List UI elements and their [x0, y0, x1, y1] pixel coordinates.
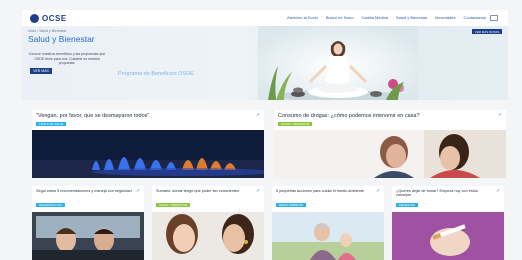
hero-subtitle: Programa de Beneficios OSDE — [118, 71, 194, 77]
hero-banner: Inicio / Salud y Bienestar Salud y Biene… — [22, 26, 508, 100]
article-title[interactable]: Sumario: dónde tengo que poder ser consc… — [156, 189, 252, 193]
logo-mark-icon — [30, 13, 39, 23]
article-card-small[interactable]: ¿Querés dejar de fumar? Empezá hoy con e… — [392, 186, 504, 260]
share-icon[interactable]: ↗ — [376, 189, 380, 193]
article-card-large[interactable]: Consumo de drogas: ¿cómo podemos interve… — [274, 110, 506, 178]
nav-item-novedades[interactable]: Novedades — [435, 15, 455, 21]
article-card-small[interactable]: Seguí estos 9 recomendaciones y manejá c… — [32, 186, 144, 260]
category-tag[interactable]: SALUD Y BIENESTAR — [278, 122, 313, 126]
article-card-small[interactable]: Sumario: dónde tengo que poder ser consc… — [152, 186, 264, 260]
share-icon[interactable]: ↗ — [256, 189, 260, 193]
article-title[interactable]: ¿Querés dejar de fumar? Empezá hoy con e… — [396, 189, 492, 198]
more-notes-button[interactable]: VER MÁS NOTAS — [472, 29, 502, 34]
share-icon[interactable]: ↗ — [256, 113, 260, 117]
page-title: Salud y Bienestar — [28, 34, 95, 44]
parent-teen-talk-image — [274, 130, 506, 178]
breadcrumb: Inicio / Salud y Bienestar — [28, 29, 67, 33]
main-nav: Atención al Socio Busco mi Socio Cartill… — [279, 15, 498, 21]
category-tag[interactable]: BIENESTAR — [396, 203, 418, 207]
article-title[interactable]: Seguí estos 9 recomendaciones y manejá c… — [36, 189, 132, 193]
family-nature-image — [272, 212, 384, 260]
nav-item-cartilla[interactable]: Cartilla Médica — [361, 15, 387, 21]
article-title[interactable]: "Vengan, por favor, que se desmayaron to… — [36, 113, 149, 119]
nav-item-salud[interactable]: Salud y Bienestar — [396, 15, 427, 21]
yoga-woman-image — [258, 26, 418, 100]
category-tag[interactable]: MEDIO AMBIENTE — [276, 203, 307, 207]
nav-item-contactanos[interactable]: Contactanos — [464, 15, 486, 21]
category-tag[interactable]: TEMAS DE SALUD — [36, 122, 67, 126]
article-card-small[interactable]: 5 pequeñas acciones para cuidar el medio… — [272, 186, 384, 260]
logo-text: OCSE — [42, 13, 67, 23]
gas-stove-flame-image — [32, 130, 264, 178]
share-icon[interactable]: ↗ — [496, 189, 500, 193]
woman-earring-image — [152, 212, 264, 260]
nav-item-atencion[interactable]: Atención al Socio — [287, 15, 318, 21]
share-icon[interactable]: ↗ — [498, 113, 502, 117]
page: OCSE Atención al Socio Busco mi Socio Ca… — [0, 0, 522, 260]
hero-more-button[interactable]: VER MÁS — [30, 68, 52, 74]
osde-logo[interactable]: OCSE — [30, 13, 67, 23]
top-navigation-bar: OCSE Atención al Socio Busco mi Socio Ca… — [22, 10, 508, 26]
nav-item-busco[interactable]: Busco mi Socio — [326, 15, 354, 21]
car-passengers-image — [32, 212, 144, 260]
category-tag[interactable]: SEGURIDAD VIAL — [36, 203, 66, 207]
article-card-large[interactable]: "Vengan, por favor, que se desmayaron to… — [32, 110, 264, 178]
category-tag[interactable]: SALUD Y BIENESTAR — [156, 203, 191, 207]
hero-description: Conocé nuestros beneficios y las propues… — [28, 52, 106, 65]
article-title[interactable]: Consumo de drogas: ¿cómo podemos interve… — [278, 113, 420, 119]
share-icon[interactable]: ↗ — [136, 189, 140, 193]
broken-cigarette-image — [392, 212, 504, 260]
article-title[interactable]: 5 pequeñas acciones para cuidar el medio… — [276, 189, 372, 193]
menu-icon[interactable] — [490, 15, 498, 21]
